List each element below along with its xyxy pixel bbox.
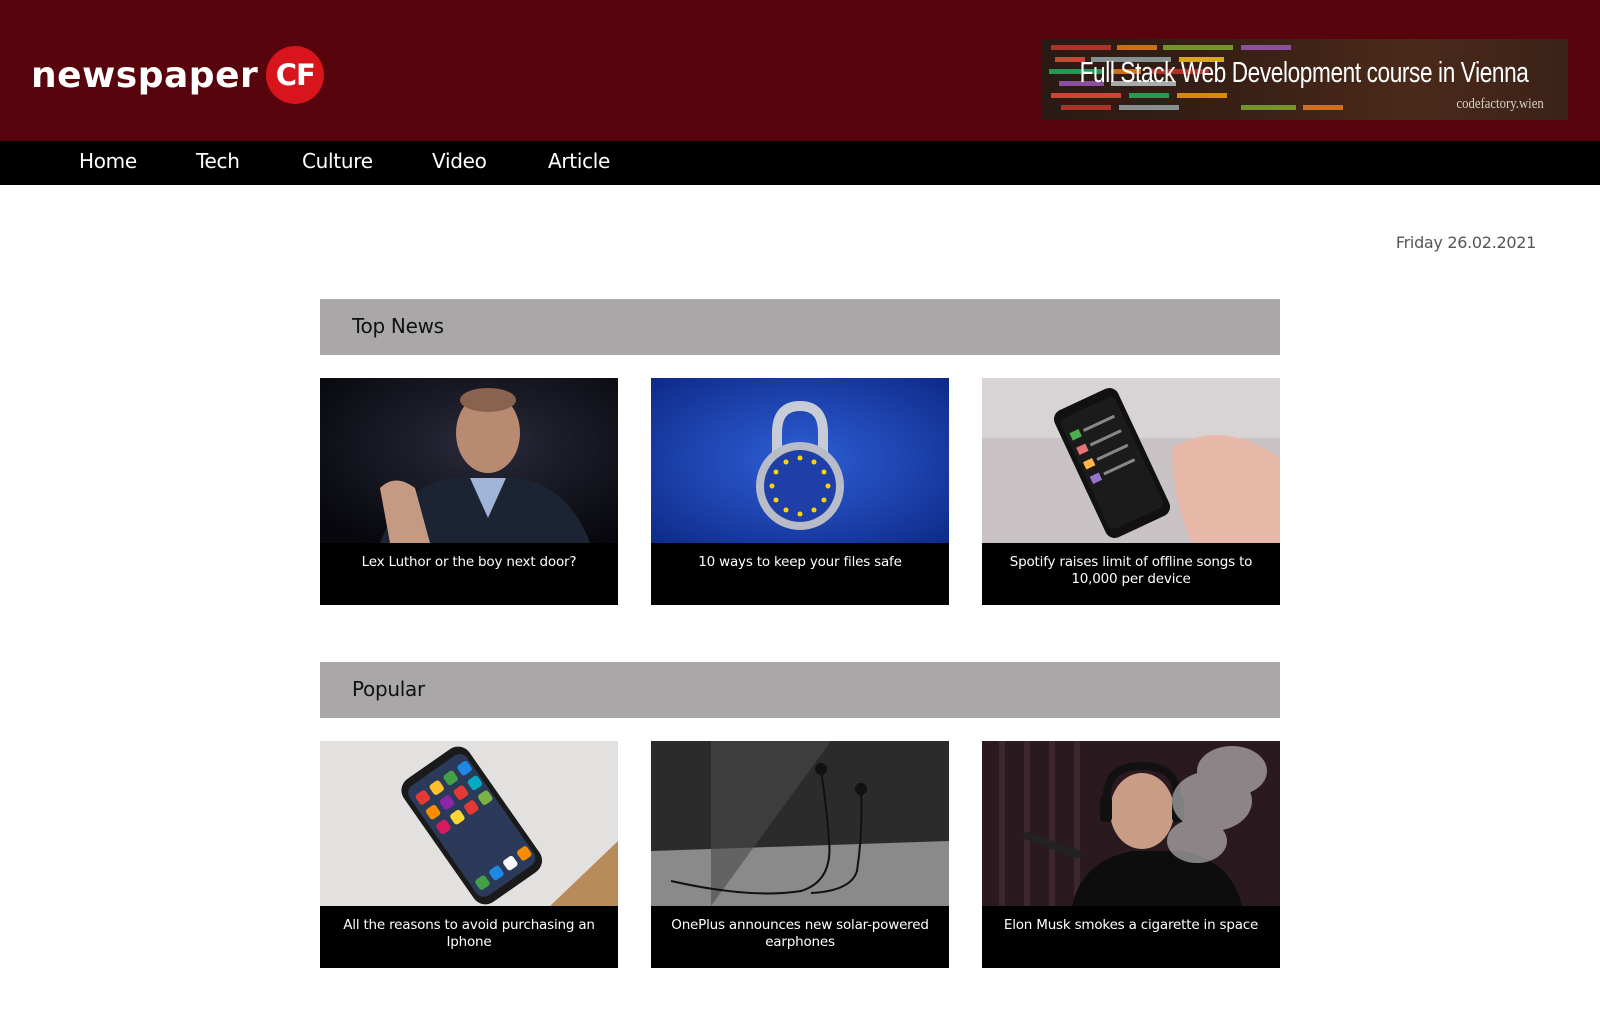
article-image <box>651 741 949 906</box>
article-card[interactable]: Lex Luthor or the boy next door? <box>320 378 618 605</box>
article-image <box>982 741 1280 906</box>
current-date: Friday 26.02.2021 <box>1395 233 1536 252</box>
logo-wordmark: newspaper <box>31 54 259 96</box>
section-header-top-news: Top News <box>320 299 1280 355</box>
article-caption: All the reasons to avoid purchasing an I… <box>343 917 595 950</box>
article-card[interactable]: Elon Musk smokes a cigarette in space <box>982 741 1280 968</box>
section-header-popular: Popular <box>320 662 1280 718</box>
banner-subtitle: codefactory.wien <box>1456 96 1544 112</box>
nav-tech[interactable]: Tech <box>196 149 240 173</box>
article-caption: Elon Musk smokes a cigarette in space <box>1003 917 1259 933</box>
site-logo[interactable]: newspaper CF <box>31 45 325 105</box>
article-image <box>651 378 949 543</box>
article-image <box>982 378 1280 543</box>
article-card[interactable]: All the reasons to avoid purchasing an I… <box>320 741 618 968</box>
article-caption: 10 ways to keep your files safe <box>698 554 902 570</box>
nav-video[interactable]: Video <box>432 149 487 173</box>
article-card[interactable]: 10 ways to keep your files safe <box>651 378 949 605</box>
ad-banner[interactable]: Full Stack Web Development course in Vie… <box>1041 39 1568 120</box>
section-title: Popular <box>352 677 425 701</box>
article-caption: OnePlus announces new solar-powered earp… <box>671 917 929 950</box>
nav-culture[interactable]: Culture <box>302 149 373 173</box>
article-card[interactable]: Spotify raises limit of offline songs to… <box>982 378 1280 605</box>
article-caption: Lex Luthor or the boy next door? <box>361 554 577 570</box>
article-image <box>320 378 618 543</box>
article-caption: Spotify raises limit of offline songs to… <box>1009 554 1253 587</box>
article-card[interactable]: OnePlus announces new solar-powered earp… <box>651 741 949 968</box>
nav-home[interactable]: Home <box>79 149 137 173</box>
banner-title: Full Stack Web Development course in Vie… <box>1079 57 1528 89</box>
section-title: Top News <box>352 314 444 338</box>
logo-badge: CF <box>266 46 325 104</box>
nav-article[interactable]: Article <box>548 149 610 173</box>
main-nav: Home Tech Culture Video Article <box>0 141 1600 185</box>
site-header: newspaper CF Full Stack Web Development … <box>0 0 1600 141</box>
article-image <box>320 741 618 906</box>
